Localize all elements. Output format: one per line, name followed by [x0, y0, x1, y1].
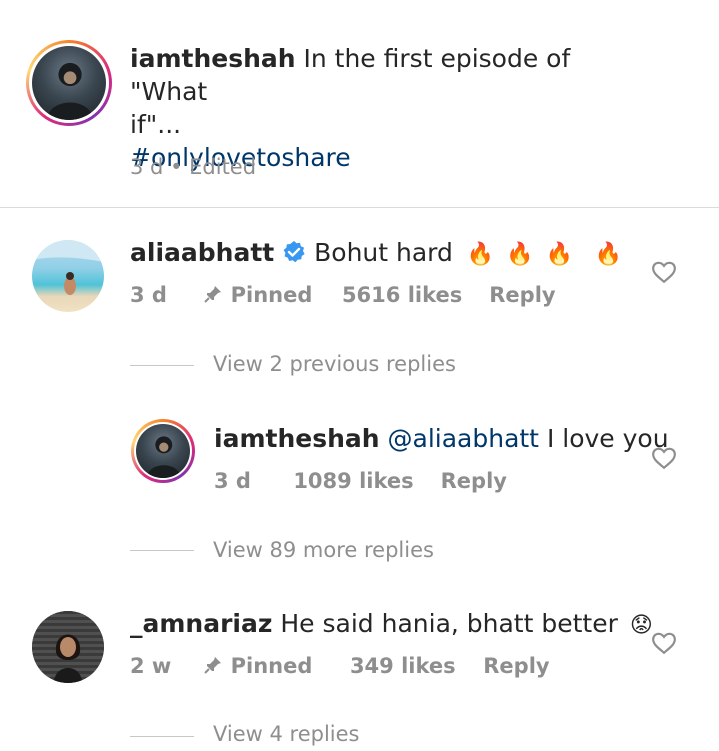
- view-replies-button[interactable]: View 4 replies: [213, 722, 360, 746]
- pin-icon: [203, 655, 223, 675]
- comment1-fire-emoji-2: 🔥: [506, 242, 534, 267]
- person-portrait-icon: [32, 611, 104, 683]
- reply1-time: 3 d: [214, 469, 251, 493]
- view-replies-line-2: [130, 736, 194, 737]
- comment2-time: 2 w: [130, 654, 172, 678]
- reply1-reply-button[interactable]: Reply: [441, 469, 507, 493]
- comment2-reply-button[interactable]: Reply: [483, 654, 549, 678]
- comment1-body: aliaabhatt Bohut hard 🔥 🔥 🔥 🔥: [130, 236, 622, 272]
- reply1-body: iamtheshah @aliaabhatt I love you: [214, 422, 669, 456]
- caption-avatar: [32, 46, 106, 120]
- caption-time: 3 d: [130, 155, 164, 179]
- caption-username[interactable]: iamtheshah: [130, 44, 296, 73]
- caption-text-line2: if"...: [130, 110, 182, 139]
- reply1-likes[interactable]: 1089 likes: [293, 469, 433, 493]
- comment1-time: 3 d: [130, 283, 167, 307]
- comment2-meta: 2 w Pinned 349 likes Reply: [130, 654, 550, 678]
- reply1-meta: 3 d 1089 likes Reply: [214, 469, 507, 493]
- comment1-fire-emoji-1: 🔥: [466, 242, 495, 267]
- comment2-text: He said hania, bhatt better: [280, 609, 618, 638]
- comment1-reply-button[interactable]: Reply: [489, 283, 555, 307]
- comment1-like-heart-icon[interactable]: [651, 260, 677, 284]
- caption-meta: 3 d • Edited: [130, 155, 256, 179]
- comment2-username[interactable]: _amnariaz: [130, 609, 272, 638]
- comment2-avatar[interactable]: [32, 611, 104, 683]
- reply1-username[interactable]: iamtheshah: [214, 424, 380, 453]
- comment1-avatar[interactable]: [32, 240, 104, 312]
- caption-avatar-ring[interactable]: [26, 40, 112, 126]
- comment1-fire-emoji-4: 🔥: [594, 242, 623, 267]
- view-more-line: [130, 550, 194, 551]
- caption-separator: •: [170, 155, 183, 179]
- beach-photo-icon: [32, 240, 104, 295]
- comment1-meta: 3 d Pinned 5616 likes Reply: [130, 283, 556, 307]
- caption-divider: [0, 207, 719, 208]
- view-previous-replies-button[interactable]: View 2 previous replies: [213, 352, 456, 376]
- comment1-username[interactable]: aliaabhatt: [130, 238, 274, 267]
- view-more-replies-button[interactable]: View 89 more replies: [213, 538, 434, 562]
- reply1-like-heart-icon[interactable]: [651, 446, 677, 470]
- comment2-pinned: Pinned: [230, 654, 313, 678]
- reply1-avatar-ring[interactable]: [131, 419, 195, 483]
- comment1-fire-emoji-3: 🔥: [545, 242, 573, 267]
- pin-icon: [203, 284, 223, 304]
- comment2-body: _amnariaz He said hania, bhatt better 😟: [130, 607, 653, 643]
- person-silhouette-icon: [146, 436, 181, 478]
- comment1-pinned: Pinned: [230, 283, 313, 307]
- reply1-avatar: [136, 424, 190, 478]
- person-silhouette-icon: [46, 62, 94, 120]
- verified-badge-icon: [282, 239, 306, 263]
- comment2-like-heart-icon[interactable]: [651, 631, 677, 655]
- reply1-mention[interactable]: @aliaabhatt: [388, 424, 540, 453]
- comment2-worried-emoji: 😟: [629, 613, 653, 638]
- comment1-text: Bohut hard: [314, 238, 453, 267]
- comment2-likes[interactable]: 349 likes: [350, 654, 476, 678]
- caption-edited: Edited: [189, 155, 257, 179]
- view-replies-line: [130, 365, 194, 366]
- comment1-likes[interactable]: 5616 likes: [342, 283, 482, 307]
